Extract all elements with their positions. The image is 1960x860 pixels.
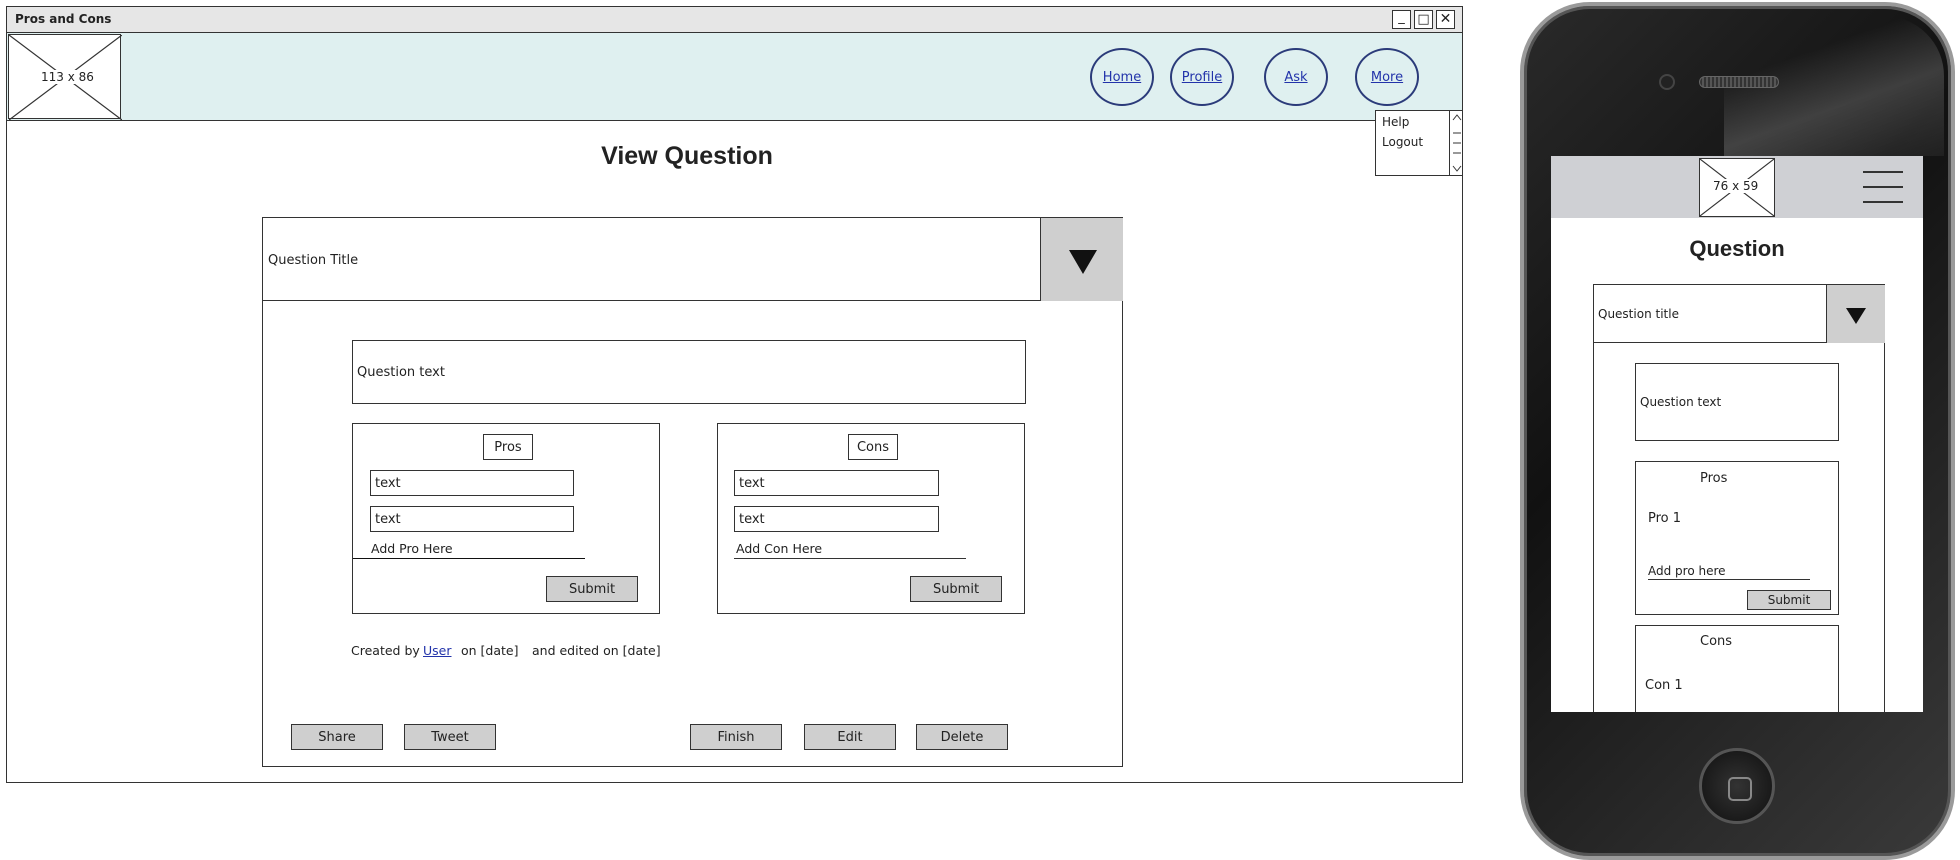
nav-profile[interactable]: Profile xyxy=(1170,48,1234,106)
mobile-header: 76 x 59 xyxy=(1551,156,1923,218)
speaker-icon xyxy=(1699,76,1779,88)
maximize-button[interactable]: □ xyxy=(1414,10,1433,29)
mobile-question-panel: Question title Question text Pros Pro 1 … xyxy=(1593,284,1885,712)
mobile-pros-box: Pros Pro 1 Add pro here Submit xyxy=(1635,461,1839,615)
scrollbar-arrows-icon xyxy=(1452,114,1462,172)
title-bar: Pros and Cons _ □ ✕ xyxy=(7,7,1462,33)
add-pro-placeholder: Add Pro Here xyxy=(371,541,453,556)
menu-item-help[interactable]: Help xyxy=(1382,115,1409,129)
created-date: on [date] xyxy=(461,643,519,658)
menu-scrollbar[interactable] xyxy=(1449,111,1463,175)
created-by-label: Created by xyxy=(351,643,420,658)
nav-home[interactable]: Home xyxy=(1090,48,1154,106)
collapse-toggle[interactable] xyxy=(1040,218,1123,301)
mobile-pros-heading: Pros xyxy=(1700,471,1728,486)
mobile-cons-heading: Cons xyxy=(1700,634,1733,649)
cons-heading: Cons xyxy=(848,434,898,460)
more-menu: Help Logout xyxy=(1375,110,1463,176)
cons-submit-button[interactable]: Submit xyxy=(910,576,1002,602)
edited-date: and edited on [date] xyxy=(532,643,661,658)
triangle-down-icon xyxy=(1846,308,1866,324)
logo-placeholder: 113 x 86 xyxy=(8,34,122,120)
nav-ask[interactable]: Ask xyxy=(1264,48,1328,106)
camera-icon xyxy=(1659,74,1675,90)
mobile-cons-box: Cons Con 1 xyxy=(1635,625,1839,712)
hamburger-menu-icon[interactable] xyxy=(1863,171,1903,203)
mobile-add-pro-placeholder: Add pro here xyxy=(1648,564,1726,578)
edit-button[interactable]: Edit xyxy=(804,724,896,750)
mobile-add-pro-input[interactable]: Add pro here xyxy=(1648,562,1810,580)
home-button[interactable] xyxy=(1699,748,1775,824)
pro-item[interactable]: text xyxy=(370,506,574,532)
cons-box: Cons text text Add Con Here Submit xyxy=(717,423,1025,614)
tweet-button[interactable]: Tweet xyxy=(404,724,496,750)
home-square-icon xyxy=(1728,777,1752,801)
desktop-window: Pros and Cons _ □ ✕ 113 x 86 Home Profil… xyxy=(6,6,1463,783)
add-con-input[interactable]: Add Con Here xyxy=(734,537,966,559)
pros-submit-button[interactable]: Submit xyxy=(546,576,638,602)
minimize-button[interactable]: _ xyxy=(1392,10,1411,29)
page-title: View Question xyxy=(601,142,773,170)
mobile-pro-item: Pro 1 xyxy=(1648,511,1682,526)
add-con-placeholder: Add Con Here xyxy=(736,541,823,556)
mobile-page-title: Question xyxy=(1689,236,1785,261)
pros-heading: Pros xyxy=(483,434,533,460)
mobile-logo-placeholder: 76 x 59 xyxy=(1699,158,1775,217)
mobile-question-title-bar[interactable]: Question title xyxy=(1594,285,1885,343)
menu-item-logout[interactable]: Logout xyxy=(1382,135,1423,149)
question-title-bar[interactable]: Question Title xyxy=(263,218,1123,301)
mobile-collapse-toggle[interactable] xyxy=(1826,285,1885,343)
mobile-pros-submit-button[interactable]: Submit xyxy=(1747,590,1831,610)
delete-button[interactable]: Delete xyxy=(916,724,1008,750)
pros-box: Pros text text Add Pro Here Submit xyxy=(352,423,660,614)
question-title: Question Title xyxy=(268,253,359,268)
window-title: Pros and Cons xyxy=(15,12,112,26)
close-button[interactable]: ✕ xyxy=(1436,10,1455,29)
mobile-logo-size-label: 76 x 59 xyxy=(1713,179,1759,193)
share-button[interactable]: Share xyxy=(291,724,383,750)
author-link[interactable]: User xyxy=(423,643,452,658)
pro-item[interactable]: text xyxy=(370,470,574,496)
mobile-con-item: Con 1 xyxy=(1645,678,1683,693)
mobile-question-title: Question title xyxy=(1598,307,1679,321)
finish-button[interactable]: Finish xyxy=(690,724,782,750)
logo-size-label: 113 x 86 xyxy=(41,70,94,84)
phone-screen: 76 x 59 Question Question title Question… xyxy=(1551,156,1923,712)
question-panel: Question Title Question text Pros text t… xyxy=(262,217,1123,767)
add-pro-input[interactable]: Add Pro Here xyxy=(353,537,585,559)
question-text: Question text xyxy=(352,340,1026,404)
site-header: 113 x 86 Home Profile Ask More xyxy=(7,33,1462,121)
con-item[interactable]: text xyxy=(734,470,939,496)
con-item[interactable]: text xyxy=(734,506,939,532)
nav-more[interactable]: More xyxy=(1355,48,1419,106)
triangle-down-icon xyxy=(1069,250,1097,274)
mobile-question-text: Question text xyxy=(1635,363,1839,441)
phone-frame: 76 x 59 Question Question title Question… xyxy=(1520,2,1955,860)
